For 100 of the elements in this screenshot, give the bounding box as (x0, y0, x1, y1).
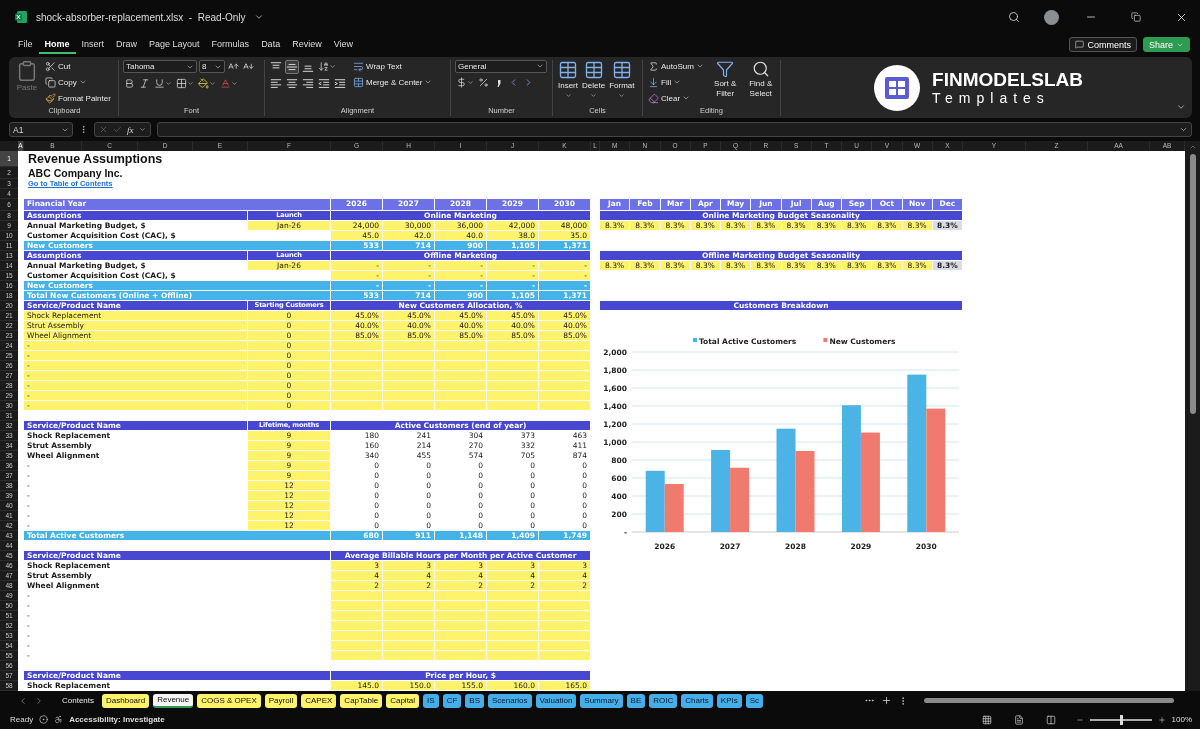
chevron-icon (618, 91, 626, 99)
sheet-tab[interactable]: Scenarios (488, 693, 532, 708)
cells-button[interactable]: Format (608, 59, 636, 99)
number-format-field[interactable]: General (455, 59, 547, 73)
table-icon (611, 59, 632, 80)
menu-tab[interactable]: Data (255, 35, 287, 54)
cancel-icon (99, 125, 108, 135)
underline-button[interactable] (153, 76, 173, 91)
chevron-icon (138, 126, 146, 134)
sheet-tab[interactable]: Valuation (535, 693, 577, 708)
paintbrush-icon (45, 92, 56, 104)
chevron-icon (165, 80, 172, 88)
check-icon (113, 125, 122, 135)
chevron-icon (231, 80, 238, 88)
name-box[interactable]: A1 (9, 122, 73, 138)
next-sheet-icon (34, 695, 44, 706)
zoom-thumb[interactable] (1119, 714, 1123, 725)
underline-icon (154, 78, 165, 90)
sheet-tab[interactable]: CF (442, 693, 462, 708)
legend-swatch (823, 337, 828, 342)
sheet-tab[interactable]: Capital (386, 693, 420, 708)
sheet-title: Revenue Assumptions (28, 151, 163, 166)
avatar[interactable] (1044, 9, 1059, 25)
sheet-tab[interactable]: Revenue (153, 693, 194, 708)
chevron-icon (564, 91, 572, 99)
cut-button[interactable]: Cut (44, 59, 112, 73)
sheet-tab[interactable]: Dashboard (102, 693, 150, 708)
cells-button[interactable]: Insert (557, 59, 579, 99)
font-name-field[interactable]: Tahoma (123, 60, 197, 74)
clear-button[interactable]: Clear (647, 91, 705, 105)
comments-button[interactable]: Comments (1069, 37, 1137, 53)
menu-tab[interactable]: Draw (110, 35, 144, 54)
accessibility-status[interactable]: Accessibility: Investigate (69, 715, 165, 725)
sheet-tab[interactable]: ROIC (649, 693, 678, 708)
logo-name: FINMODELSLAB (932, 69, 1083, 91)
align-button[interactable] (317, 76, 331, 91)
menu-tab[interactable]: File (12, 35, 39, 54)
merge-center-button[interactable]: Merge & Center (352, 75, 434, 89)
align-button[interactable] (333, 76, 347, 91)
copy-button[interactable]: Copy (44, 75, 112, 89)
menu-tab[interactable]: View (327, 35, 359, 54)
sheet-tab[interactable]: COGS & OPEX (197, 693, 261, 708)
previous-sheet-icon (18, 695, 28, 706)
dollar-icon (456, 77, 467, 89)
formula-input[interactable] (156, 122, 1192, 138)
sheet-tab[interactable]: IS (423, 693, 439, 708)
normal-view-icon (981, 714, 992, 725)
bold-button[interactable] (123, 76, 136, 91)
sheet-tab[interactable]: BE (626, 693, 646, 708)
menu-tab[interactable]: Review (286, 35, 328, 54)
borders-icon (176, 78, 187, 90)
insert-function-label[interactable]: fx (127, 125, 134, 135)
cells-button[interactable]: Delete (581, 59, 607, 99)
italic-button[interactable] (138, 76, 151, 91)
chevron-icon (467, 79, 474, 87)
sheet-tab[interactable]: Summary (580, 693, 623, 708)
menu-tab[interactable]: Formulas (205, 35, 256, 54)
menu-tab[interactable]: Home (38, 35, 76, 54)
sheet-tab[interactable]: Payroll (264, 693, 298, 708)
bar (730, 467, 750, 532)
autosum-button[interactable]: AutoSum (647, 59, 705, 73)
sheet-tab[interactable]: CapTable (340, 693, 383, 708)
sheet-tab[interactable]: BS (465, 693, 484, 708)
search-icon (1008, 11, 1020, 24)
percent-button[interactable] (477, 75, 490, 90)
sheet-tab[interactable]: Contents (58, 693, 99, 708)
menu-tab[interactable]: Page Layout (143, 35, 206, 54)
font-size-field[interactable]: 8 (199, 60, 225, 74)
borders-button[interactable] (175, 76, 195, 91)
sort-filter-button[interactable]: Sort & Filter (709, 59, 741, 99)
menu-tab[interactable]: Insert (75, 35, 111, 54)
table-icon (558, 59, 578, 80)
copy-icon (45, 76, 56, 88)
sheet-tab[interactable]: KPIs (716, 693, 742, 708)
accessibility-icon (54, 715, 64, 725)
align-button[interactable] (301, 76, 315, 91)
sheet-tab[interactable]: Sc (745, 693, 764, 708)
format-painter-button[interactable]: Format Painter (44, 91, 112, 105)
font-color-button[interactable] (219, 76, 239, 91)
wrap-text-button[interactable]: Wrap Text (352, 59, 434, 73)
orientation-button[interactable] (317, 59, 337, 74)
sheet-tab[interactable]: Charts (681, 693, 713, 708)
align-button[interactable] (285, 76, 299, 91)
table-icon (583, 59, 604, 80)
scrollbar-thumb[interactable] (1189, 153, 1196, 414)
search-icon (751, 59, 770, 78)
vertical-align-button[interactable] (285, 59, 299, 74)
scrollbar-thumb[interactable] (924, 698, 1174, 704)
percent-icon (478, 77, 489, 89)
align-button[interactable] (269, 76, 283, 91)
fill-color-button[interactable] (197, 76, 217, 91)
currency-button[interactable] (455, 75, 475, 90)
find-select-button[interactable]: Find & Select (745, 59, 776, 99)
font-color-icon (220, 78, 231, 90)
fill-button[interactable]: Fill (647, 75, 705, 89)
sheet-subtitle: ABC Company Inc. (28, 166, 123, 179)
chevron-icon (590, 91, 598, 99)
share-button[interactable]: Share (1142, 37, 1190, 53)
sheet-tab[interactable]: CAPEX (301, 693, 337, 708)
zoom-in-icon (1157, 715, 1166, 724)
